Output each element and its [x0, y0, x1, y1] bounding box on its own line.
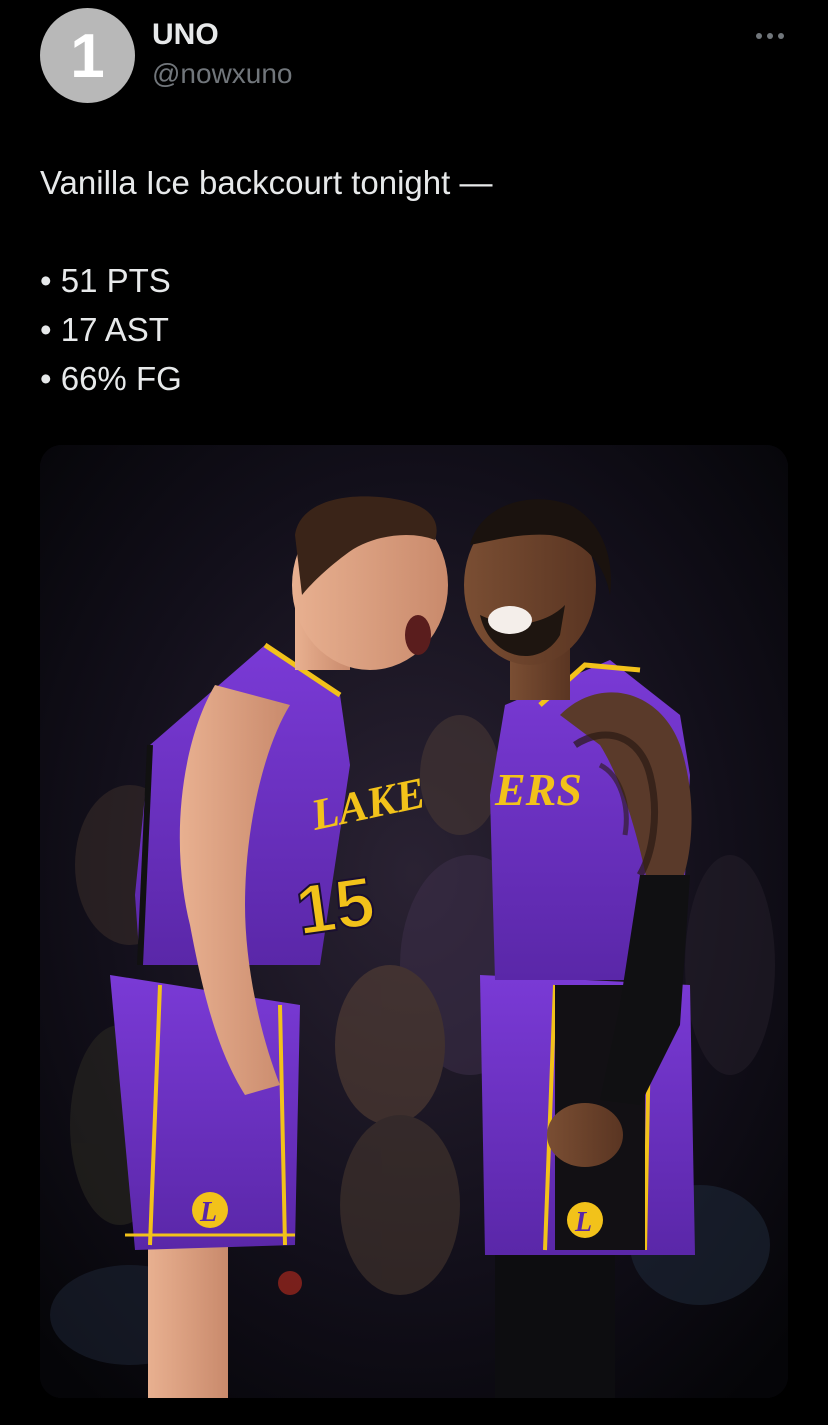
author-handle[interactable]: @nowxuno — [152, 58, 293, 90]
right-jersey-wordmark: ERS — [494, 764, 582, 815]
tweet-line-break — [40, 207, 790, 256]
left-jersey-number: 15 — [291, 862, 379, 950]
more-options-button[interactable] — [748, 22, 792, 50]
tweet-headline: Vanilla Ice backcourt tonight — — [40, 164, 493, 201]
tweet-stat-fg: • 66% FG — [40, 360, 182, 397]
photo-illustration: LAKE 15 L ERS L — [40, 445, 788, 1398]
avatar-text: 1 — [70, 21, 105, 91]
tweet-text: Vanilla Ice backcourt tonight — • 51 PTS… — [40, 158, 790, 403]
right-shorts-logo: L — [574, 1207, 592, 1238]
author-display-name[interactable]: UNO — [152, 18, 219, 52]
tweet-stat-points: • 51 PTS — [40, 262, 171, 299]
tweet-photo[interactable]: LAKE 15 L ERS L — [40, 445, 788, 1398]
tweet-stat-assists: • 17 AST — [40, 311, 169, 348]
tweet: 1 UNO @nowxuno Vanilla Ice backcourt ton… — [0, 0, 828, 1425]
more-horizontal-icon — [756, 33, 784, 39]
left-shorts-logo: L — [199, 1197, 217, 1228]
avatar[interactable]: 1 — [40, 8, 135, 103]
